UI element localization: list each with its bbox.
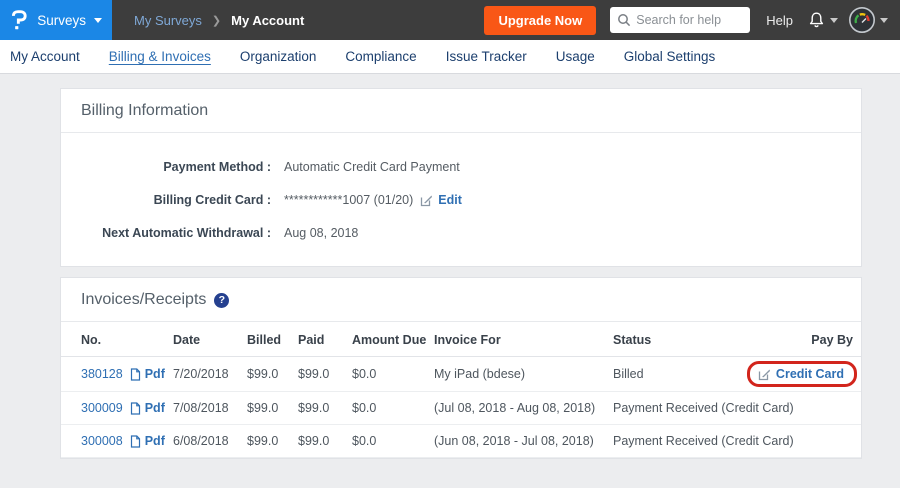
breadcrumb-current: My Account xyxy=(231,13,304,28)
next-withdrawal-value: Aug 08, 2018 xyxy=(284,226,358,240)
invoice-status: Payment Received (Credit Card) xyxy=(613,425,743,458)
chevron-down-icon xyxy=(94,18,102,23)
invoice-billed: $99.0 xyxy=(247,392,298,425)
breadcrumb-separator-icon: ❯ xyxy=(212,14,221,27)
edit-pencil-icon xyxy=(758,368,771,381)
search-icon xyxy=(617,13,631,27)
column-header-paid: Paid xyxy=(298,322,352,357)
invoice-status: Billed xyxy=(613,357,743,392)
invoices-header-row: No. Date Billed Paid Amount Due Invoice … xyxy=(61,322,861,357)
chevron-down-icon xyxy=(830,18,838,23)
red-highlight-annotation: Credit Card xyxy=(747,361,857,387)
column-header-billed: Billed xyxy=(247,322,298,357)
invoice-paid: $99.0 xyxy=(298,392,352,425)
invoice-number-link[interactable]: 300009 xyxy=(81,401,123,415)
chevron-down-icon xyxy=(880,18,888,23)
payment-method-value: Automatic Credit Card Payment xyxy=(284,160,460,174)
invoice-amount-due: $0.0 xyxy=(352,357,434,392)
invoice-row: 380128 Pdf 7/20/2018 $99.0 $99.0 $0.0 My… xyxy=(61,357,861,392)
tab-issue-tracker[interactable]: Issue Tracker xyxy=(446,47,527,66)
invoice-number-link[interactable]: 300008 xyxy=(81,434,123,448)
avatar xyxy=(848,6,876,34)
pdf-download-link[interactable]: Pdf xyxy=(145,367,165,381)
column-header-no: No. xyxy=(61,322,173,357)
invoice-for: My iPad (bdese) xyxy=(434,357,613,392)
tab-my-account[interactable]: My Account xyxy=(10,47,80,66)
bell-icon xyxy=(807,11,826,30)
column-header-invoice-for: Invoice For xyxy=(434,322,613,357)
top-bar-actions: Upgrade Now Help xyxy=(484,6,900,35)
invoice-date: 6/08/2018 xyxy=(173,425,247,458)
edit-pencil-icon xyxy=(420,194,433,207)
product-menu-label: Surveys xyxy=(37,13,86,28)
upgrade-now-button[interactable]: Upgrade Now xyxy=(484,6,596,35)
invoice-status: Payment Received (Credit Card) xyxy=(613,392,743,425)
payment-method-label: Payment Method : xyxy=(81,160,271,174)
billing-credit-card-label: Billing Credit Card : xyxy=(81,193,271,207)
billing-credit-card-value: ************1007 (01/20) xyxy=(284,193,413,207)
invoice-billed: $99.0 xyxy=(247,425,298,458)
breadcrumb: My Surveys ❯ My Account xyxy=(134,13,304,28)
invoice-date: 7/08/2018 xyxy=(173,392,247,425)
help-circle-icon[interactable]: ? xyxy=(214,293,229,308)
invoice-number-link[interactable]: 380128 xyxy=(81,367,123,381)
pdf-download-link[interactable]: Pdf xyxy=(145,434,165,448)
search-input[interactable] xyxy=(610,7,750,33)
invoices-receipts-card: Invoices/Receipts ? No. Date Billed Paid… xyxy=(60,277,862,459)
invoice-amount-due: $0.0 xyxy=(352,392,434,425)
pdf-file-icon[interactable] xyxy=(130,402,141,415)
billing-information-body: Payment Method : Automatic Credit Card P… xyxy=(61,133,861,266)
pdf-file-icon[interactable] xyxy=(130,435,141,448)
tab-compliance[interactable]: Compliance xyxy=(345,47,416,66)
column-header-date: Date xyxy=(173,322,247,357)
help-search xyxy=(610,7,750,33)
tab-usage[interactable]: Usage xyxy=(556,47,595,66)
invoice-row: 300008 Pdf 6/08/2018 $99.0 $99.0 $0.0 (J… xyxy=(61,425,861,458)
column-header-amount-due: Amount Due xyxy=(352,322,434,357)
invoices-table: No. Date Billed Paid Amount Due Invoice … xyxy=(61,322,861,458)
pdf-download-link[interactable]: Pdf xyxy=(145,401,165,415)
column-header-pay-by: Pay By xyxy=(743,322,861,357)
invoice-for: (Jul 08, 2018 - Aug 08, 2018) xyxy=(434,392,613,425)
invoice-billed: $99.0 xyxy=(247,357,298,392)
tab-global-settings[interactable]: Global Settings xyxy=(624,47,716,66)
invoice-paid: $99.0 xyxy=(298,425,352,458)
notifications-button[interactable] xyxy=(807,11,838,30)
invoice-row: 300009 Pdf 7/08/2018 $99.0 $99.0 $0.0 (J… xyxy=(61,392,861,425)
payment-method-row: Payment Method : Automatic Credit Card P… xyxy=(81,160,841,174)
billing-information-card: Billing Information Payment Method : Aut… xyxy=(60,88,862,267)
help-link[interactable]: Help xyxy=(766,13,793,28)
billing-credit-card-row: Billing Credit Card : ************1007 (… xyxy=(81,193,841,207)
column-header-status: Status xyxy=(613,322,743,357)
invoices-receipts-title: Invoices/Receipts xyxy=(81,291,206,309)
next-withdrawal-label: Next Automatic Withdrawal : xyxy=(81,226,271,240)
product-menu[interactable]: Surveys xyxy=(0,0,112,40)
invoice-paid: $99.0 xyxy=(298,357,352,392)
tab-billing-invoices[interactable]: Billing & Invoices xyxy=(109,47,211,66)
breadcrumb-parent-link[interactable]: My Surveys xyxy=(134,13,202,28)
questionpro-logo-icon xyxy=(10,7,28,33)
next-withdrawal-row: Next Automatic Withdrawal : Aug 08, 2018 xyxy=(81,226,841,240)
pay-by-credit-card-link[interactable]: Credit Card xyxy=(776,367,844,381)
account-tab-bar: My Account Billing & Invoices Organizati… xyxy=(0,40,900,74)
pdf-file-icon[interactable] xyxy=(130,368,141,381)
invoice-amount-due: $0.0 xyxy=(352,425,434,458)
edit-credit-card-link[interactable]: Edit xyxy=(438,193,462,207)
tab-organization[interactable]: Organization xyxy=(240,47,317,66)
top-bar: Surveys My Surveys ❯ My Account Upgrade … xyxy=(0,0,900,40)
account-menu[interactable] xyxy=(848,6,888,34)
billing-information-title: Billing Information xyxy=(61,89,861,133)
invoice-date: 7/20/2018 xyxy=(173,357,247,392)
invoice-for: (Jun 08, 2018 - Jul 08, 2018) xyxy=(434,425,613,458)
